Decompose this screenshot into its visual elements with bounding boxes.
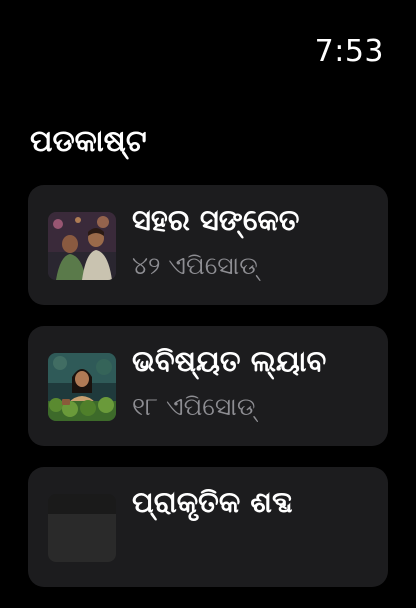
podcast-episode-count: ୪୨ ଏପିସୋଡ୍ (132, 251, 258, 280)
podcast-artwork (48, 353, 116, 421)
status-bar-time: 7:53 (314, 34, 384, 69)
podcast-title: ଭବିଷ୍ୟତ ଲ୍ୟାବ (132, 344, 327, 378)
podcast-episode-count: ୧୮ ଏପିସୋଡ୍ (132, 392, 256, 421)
podcast-card-1[interactable]: ସହର ସଙ୍କେତ ୪୨ ଏପିସୋଡ୍ (28, 185, 388, 305)
podcast-list: ସହର ସଙ୍କେତ ୪୨ ଏପିସୋଡ୍ ଭବିଷ୍ୟତ ଲ୍ୟାବ ୧୮ ଏ (28, 185, 388, 608)
podcast-title: ସହର ସଙ୍କେତ (132, 203, 300, 237)
podcast-card-2[interactable]: ଭବିଷ୍ୟତ ଲ୍ୟାବ ୧୮ ଏପିସୋଡ୍ (28, 326, 388, 446)
podcast-artwork (48, 494, 116, 562)
podcast-card-3[interactable]: ପ୍ରାକୃତିକ ଶବ୍ଦ (28, 467, 388, 587)
podcast-artwork (48, 212, 116, 280)
podcast-title: ପ୍ରାକୃତିକ ଶବ୍ଦ (132, 485, 293, 519)
page-title: ପଡକାଷ୍ଟ (30, 124, 147, 159)
